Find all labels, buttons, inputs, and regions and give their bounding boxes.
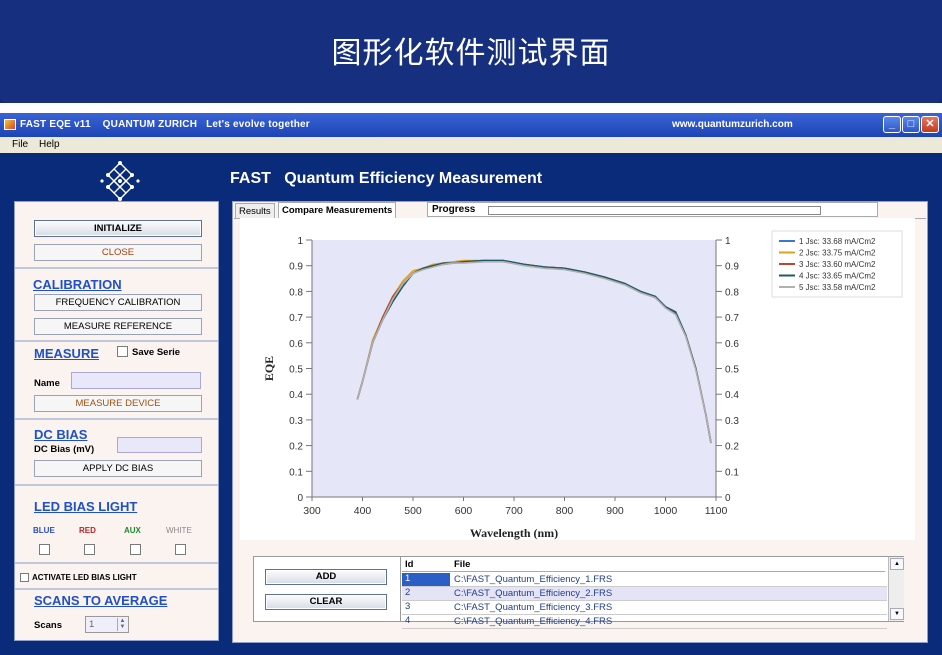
y-tick-label-left: 0.8 <box>289 287 303 298</box>
y-tick-label-left: 0.9 <box>289 262 303 273</box>
y-tick-label-left: 0.1 <box>289 467 303 478</box>
y-axis-label: EQE <box>262 356 276 381</box>
app-window: FAST EQE v11 QUANTUM ZURICH Let's evolve… <box>0 113 942 655</box>
list-divider <box>400 557 401 621</box>
file-list-scrollbar[interactable]: ▲ ▼ <box>888 557 904 621</box>
row-divider <box>402 628 887 629</box>
row-id: 1 <box>402 573 450 586</box>
row-id: 2 <box>405 587 411 598</box>
y-tick-label-left: 0.2 <box>289 442 303 453</box>
row-file: C:\FAST_Quantum_Efficiency_4.FRS <box>454 616 613 627</box>
clear-button[interactable]: CLEAR <box>265 594 387 610</box>
x-tick-label: 400 <box>354 505 372 517</box>
scroll-down-icon[interactable]: ▼ <box>890 608 904 620</box>
x-tick-label: 1100 <box>705 505 728 517</box>
x-tick-label: 300 <box>303 505 321 517</box>
row-file: C:\FAST_Quantum_Efficiency_2.FRS <box>454 588 613 599</box>
banner-title: 图形化软件测试界面 <box>331 36 611 71</box>
x-axis-label: Wavelength (nm) <box>470 526 558 540</box>
x-tick-label: 900 <box>606 505 624 517</box>
header-divider <box>402 571 885 572</box>
add-button[interactable]: ADD <box>265 569 387 585</box>
y-tick-label-right: 1 <box>725 236 731 247</box>
y-tick-label-left: 0.6 <box>289 339 303 350</box>
row-id: 4 <box>405 615 411 626</box>
y-tick-label-left: 0.3 <box>289 416 303 427</box>
y-tick-label-right: 0.2 <box>725 442 739 453</box>
top-banner: 图形化软件测试界面 <box>0 0 942 103</box>
legend-label: 1 Jsc: 33.68 mA/Cm2 <box>799 237 876 246</box>
table-row[interactable]: 3 C:\FAST_Quantum_Efficiency_3.FRS <box>402 601 887 615</box>
y-tick-label-left: 0 <box>297 493 303 504</box>
scroll-up-icon[interactable]: ▲ <box>890 558 904 570</box>
y-tick-label-right: 0.8 <box>725 287 739 298</box>
legend-label: 5 Jsc: 33.58 mA/Cm2 <box>799 283 876 292</box>
y-tick-label-right: 0 <box>725 493 731 504</box>
y-tick-label-left: 1 <box>297 236 303 247</box>
legend-label: 4 Jsc: 33.65 mA/Cm2 <box>799 272 876 281</box>
row-file: C:\FAST_Quantum_Efficiency_1.FRS <box>454 574 613 585</box>
x-tick-label: 1000 <box>654 505 678 517</box>
legend-label: 3 Jsc: 33.60 mA/Cm2 <box>799 260 876 269</box>
y-tick-label-right: 0.9 <box>725 262 739 273</box>
y-tick-label-right: 0.4 <box>725 390 739 401</box>
legend-label: 2 Jsc: 33.75 mA/Cm2 <box>799 249 876 258</box>
x-tick-label: 800 <box>556 505 574 517</box>
plot-area <box>312 240 716 497</box>
column-header-id: Id <box>405 559 414 570</box>
x-tick-label: 600 <box>455 505 473 517</box>
y-tick-label-right: 0.5 <box>725 365 739 376</box>
x-tick-label: 500 <box>404 505 422 517</box>
table-row[interactable]: 2 C:\FAST_Quantum_Efficiency_2.FRS <box>402 587 887 601</box>
banner-separator <box>0 103 942 113</box>
y-tick-label-right: 0.6 <box>725 339 739 350</box>
y-tick-label-right: 0.7 <box>725 313 739 324</box>
file-list-box: ADD CLEAR Id File 1 C:\FAST_Quantum_Effic… <box>253 556 904 629</box>
table-row[interactable]: 4 C:\FAST_Quantum_Efficiency_4.FRS <box>402 615 887 629</box>
y-tick-label-left: 0.7 <box>289 313 303 324</box>
y-tick-label-right: 0.3 <box>725 416 739 427</box>
table-row[interactable]: 1 C:\FAST_Quantum_Efficiency_1.FRS <box>402 573 887 587</box>
column-header-file: File <box>454 559 471 570</box>
y-tick-label-right: 0.1 <box>725 467 739 478</box>
y-tick-label-left: 0.4 <box>289 390 303 401</box>
row-file: C:\FAST_Quantum_Efficiency_3.FRS <box>454 602 613 613</box>
y-tick-label-left: 0.5 <box>289 365 303 376</box>
x-tick-label: 700 <box>505 505 523 517</box>
row-id: 3 <box>405 601 411 612</box>
